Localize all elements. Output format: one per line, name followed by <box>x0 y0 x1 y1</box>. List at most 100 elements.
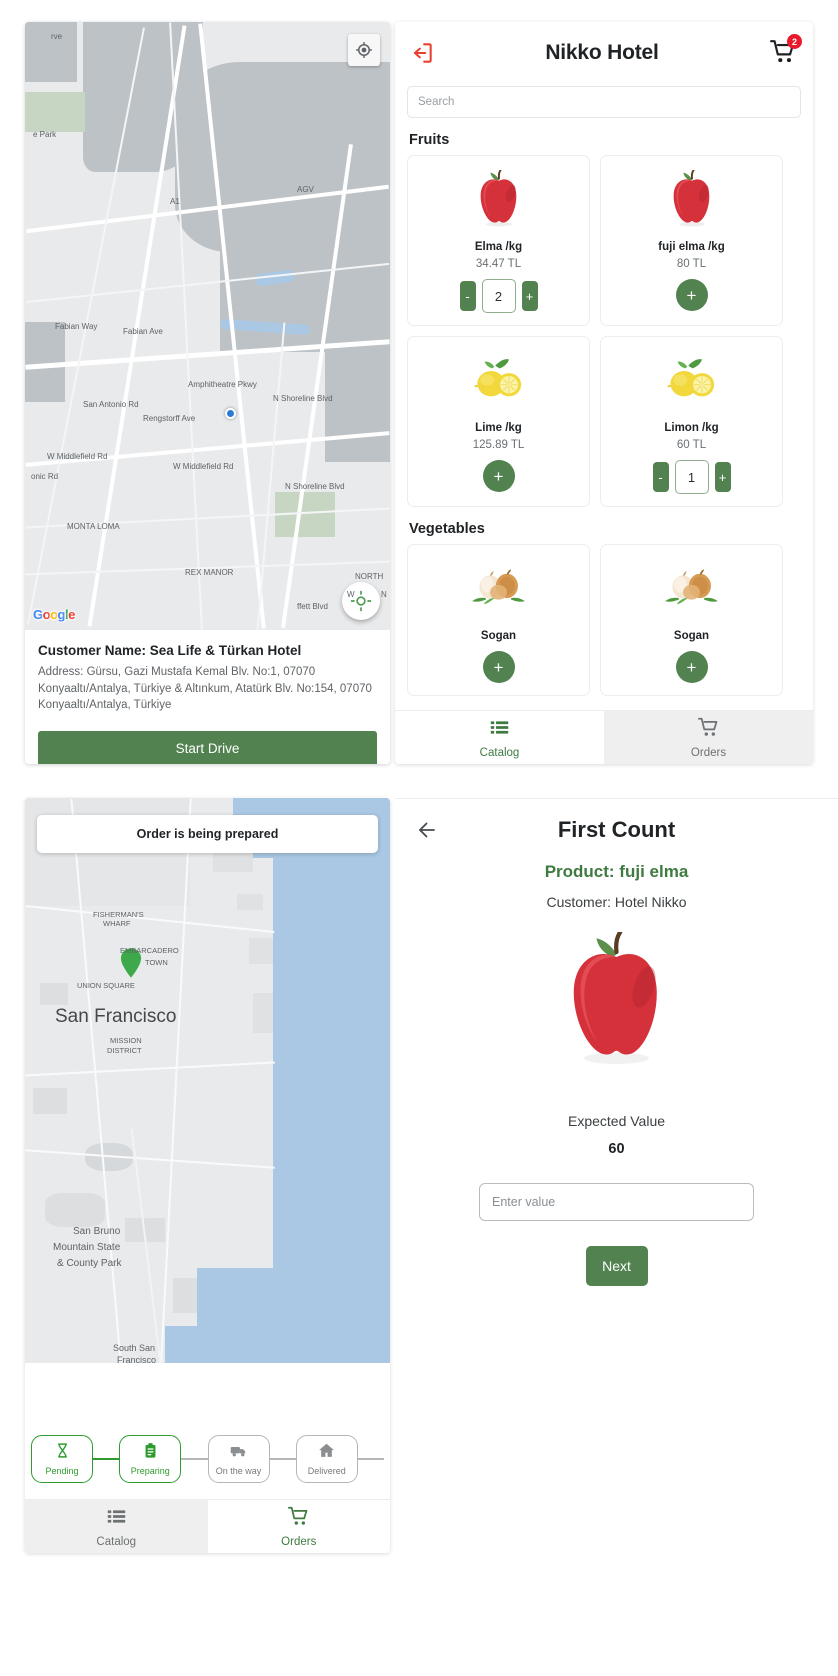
step-label: Pending <box>45 1466 79 1476</box>
map-label: EMBARCADERO <box>120 946 179 955</box>
start-drive-button[interactable]: Start Drive <box>38 731 377 764</box>
hourglass-icon <box>54 1442 71 1464</box>
product-price: 125.89 TL <box>472 439 525 451</box>
product-grid: Sogan + Sogan + <box>395 544 813 696</box>
nav-item-label: Catalog <box>96 1535 137 1548</box>
quantity-stepper[interactable]: - 1 + <box>652 460 731 494</box>
page-title: Nikko Hotel <box>545 41 659 64</box>
lemon-icon <box>468 349 530 411</box>
product-card[interactable]: Sogan + <box>600 544 783 696</box>
map-label: REX MANOR <box>185 568 234 577</box>
customer-info-block: Customer Name: Sea Life & Türkan Hotel A… <box>25 630 390 764</box>
step-connector <box>181 1458 208 1460</box>
count-input[interactable] <box>479 1183 754 1221</box>
nav-item-label: Catalog <box>479 746 520 759</box>
nav-item-label: Orders <box>281 1535 317 1548</box>
product-card[interactable]: Sogan + <box>407 544 590 696</box>
map-label: W Middlefield Rd <box>173 462 234 471</box>
customer-name: Customer Name: Sea Life & Türkan Hotel <box>38 643 302 658</box>
map-label: Amphitheatre Pkwy <box>188 380 257 389</box>
map-label: Francisco <box>117 1355 157 1363</box>
add-to-cart-button[interactable]: + <box>675 279 708 311</box>
onion-icon <box>661 557 723 619</box>
product-name: Sogan <box>673 630 710 642</box>
product-card[interactable]: Limon /kg 60 TL - 1 + <box>600 336 783 507</box>
product-price: 34.47 TL <box>475 258 522 270</box>
add-to-cart-button[interactable]: + <box>675 651 708 683</box>
product-price: 60 TL <box>676 439 707 451</box>
increment-button[interactable]: + <box>521 281 538 311</box>
map-label: N <box>381 590 387 599</box>
cart-badge: 2 <box>787 34 802 49</box>
apple-icon <box>468 168 530 230</box>
map-label: AGV <box>297 185 314 194</box>
map-label: WHARF <box>103 919 131 928</box>
first-count-panel: First Count Product: fuji elma Customer:… <box>395 798 838 1668</box>
order-step-on-the-way: On the way <box>207 1435 270 1483</box>
tracking-bottom-nav: Catalog Orders <box>25 1499 390 1553</box>
product-grid: Elma /kg 34.47 TL - 2 + fuji elma /kg 80… <box>395 155 813 507</box>
nav-item-label: Orders <box>690 746 727 759</box>
step-label: Delivered <box>307 1466 346 1476</box>
map-label: onic Rd <box>31 472 59 481</box>
page-title: First Count <box>557 816 676 842</box>
order-step-pending: Pending <box>31 1435 93 1483</box>
screenshot-root: Google rve e Park A1 AGV Amphitheatre Pkwy Fa… <box>0 0 838 1676</box>
catalog-header: Nikko Hotel 2 <box>395 22 813 84</box>
map-label: rve <box>51 32 63 41</box>
order-step-preparing: Preparing <box>119 1435 182 1483</box>
map-label: Rengstorff Ave <box>143 414 196 423</box>
add-to-cart-button[interactable]: + <box>482 460 515 492</box>
quantity-value[interactable]: 2 <box>481 279 516 313</box>
decrement-button[interactable]: - <box>459 281 476 311</box>
product-name: Limon /kg <box>664 422 719 434</box>
nav-item-orders[interactable]: Orders <box>604 711 813 764</box>
quantity-value[interactable]: 1 <box>674 460 709 494</box>
search-input[interactable] <box>418 96 790 108</box>
map-label: N Shoreline Blvd <box>285 482 345 491</box>
shopping-cart-icon <box>288 1506 309 1532</box>
apple-icon <box>395 932 838 1067</box>
map-label: ffett Blvd <box>297 602 328 611</box>
logout-icon[interactable] <box>409 40 435 66</box>
tracking-map[interactable]: FISHERMAN'S WHARF EMBARCADERO TOWN UNION SQU… <box>25 798 390 1363</box>
tracking-panel: FISHERMAN'S WHARF EMBARCADERO TOWN UNION SQU… <box>25 798 390 1553</box>
google-logo: Google <box>33 607 75 622</box>
map-label: W <box>347 590 355 599</box>
product-name: fuji elma /kg <box>658 241 725 253</box>
add-to-cart-button[interactable]: + <box>482 651 515 683</box>
search-box[interactable] <box>407 86 801 118</box>
driver-panel: Google rve e Park A1 AGV Amphitheatre Pkwy Fa… <box>25 22 390 764</box>
product-card[interactable]: Elma /kg 34.47 TL - 2 + <box>407 155 590 326</box>
order-status-banner: Order is being prepared <box>37 815 378 853</box>
customer-line: Customer: Hotel Nikko <box>546 894 687 910</box>
increment-button[interactable]: + <box>714 462 731 492</box>
shopping-cart-icon[interactable]: 2 <box>769 34 802 67</box>
nav-item-catalog[interactable]: Catalog <box>25 1500 208 1553</box>
product-card[interactable]: fuji elma /kg 80 TL + <box>600 155 783 326</box>
map-label: Fabian Way <box>55 322 98 331</box>
list-icon <box>489 717 510 743</box>
map-label: DISTRICT <box>107 1046 142 1055</box>
section-title: Vegetables <box>409 521 485 537</box>
expected-value: 60 <box>608 1141 625 1157</box>
crosshair-icon[interactable] <box>348 34 380 66</box>
section-title: Fruits <box>409 132 450 148</box>
arrow-left-icon[interactable] <box>415 818 439 842</box>
decrement-button[interactable]: - <box>652 462 669 492</box>
nav-item-orders[interactable]: Orders <box>208 1500 391 1553</box>
step-connector <box>93 1458 120 1460</box>
product-card[interactable]: Lime /kg 125.89 TL + <box>407 336 590 507</box>
product-line: Product: fuji elma <box>544 862 689 881</box>
map-label: & County Park <box>57 1258 122 1269</box>
map-label: San Francisco <box>55 1006 177 1027</box>
quantity-stepper[interactable]: - 2 + <box>459 279 538 313</box>
step-label: Preparing <box>130 1466 170 1476</box>
my-location-icon[interactable] <box>342 582 380 620</box>
driver-map[interactable]: Google rve e Park A1 AGV Amphitheatre Pkwy Fa… <box>25 22 390 630</box>
nav-item-catalog[interactable]: Catalog <box>395 711 604 764</box>
product-name: Sogan <box>480 630 517 642</box>
next-button[interactable]: Next <box>585 1246 648 1286</box>
product-price: 80 TL <box>676 258 707 270</box>
product-name: Elma /kg <box>474 241 523 253</box>
